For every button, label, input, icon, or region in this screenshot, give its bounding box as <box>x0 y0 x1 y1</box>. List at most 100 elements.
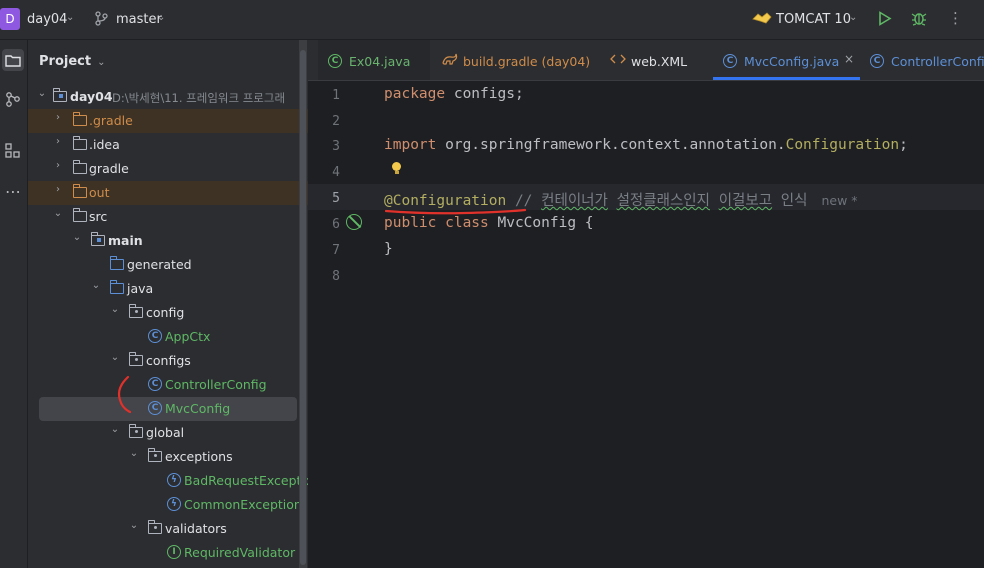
tree-item-label: MvcConfig <box>165 401 231 416</box>
tree-item-idea[interactable]: › .idea <box>28 133 308 157</box>
tab-controllerconfig[interactable]: C ControllerConfig. <box>860 40 984 80</box>
chevron-down-icon: ⌄ <box>97 57 106 68</box>
tree-item-label: ControllerConfig <box>165 377 267 392</box>
project-folder-icon[interactable] <box>2 49 24 71</box>
editor-tab-bar: C Ex04.java build.gradle (day04) web.XML C Mv… <box>308 40 984 81</box>
tab-mvcconfig-java[interactable]: C MvcConfig.java × <box>713 40 860 80</box>
run-config-name[interactable]: TOMCAT 10 <box>776 12 851 27</box>
no-run-gutter-icon[interactable] <box>346 214 362 230</box>
line-number: 3 <box>332 139 340 154</box>
project-panel-header[interactable]: Project ⌄ <box>39 54 105 69</box>
chevron-down-icon[interactable]: ⌄ <box>109 304 121 315</box>
tree-item-day04[interactable]: ⌄ day04 D:\박세현\11. 프레임워크 프로그래 <box>28 85 308 109</box>
more-icon[interactable]: ⋮ <box>948 9 963 27</box>
chevron-right-icon[interactable]: › <box>52 160 64 171</box>
tree-item-label: main <box>108 233 143 248</box>
tab-ex04-java[interactable]: C Ex04.java <box>318 40 430 80</box>
tree-item-src[interactable]: ⌄ src <box>28 205 308 229</box>
code-line-7[interactable]: } <box>384 241 393 257</box>
chevron-down-icon[interactable]: ⌄ <box>90 280 102 291</box>
panel-title: Project <box>39 54 92 69</box>
tree-item-label: RequiredValidator <box>184 545 296 560</box>
lightbulb-icon[interactable] <box>392 162 402 174</box>
exception-class-icon: ϟ <box>166 496 182 512</box>
red-bracket-annotation <box>117 375 132 414</box>
tree-item-config[interactable]: ⌄ config <box>28 301 308 325</box>
tree-item-generated[interactable]: generated <box>28 253 308 277</box>
module-folder-icon <box>52 88 68 104</box>
chevron-down-icon[interactable]: ⌄ <box>849 12 857 23</box>
tree-item-label: .gradle <box>89 113 133 128</box>
tab-web-xml[interactable]: web.XML <box>600 40 712 80</box>
branch-icon[interactable] <box>95 11 108 30</box>
chevron-down-icon[interactable]: ⌄ <box>128 520 140 531</box>
more-icon[interactable]: ⋯ <box>2 180 24 202</box>
tree-item-exceptions[interactable]: ⌄ exceptions <box>28 445 308 469</box>
tree-item-validators[interactable]: ⌄ validators <box>28 517 308 541</box>
tree-item-appctx[interactable]: C AppCtx <box>28 325 308 349</box>
tree-item-controllerconfig[interactable]: C ControllerConfig <box>28 373 308 397</box>
chevron-right-icon[interactable]: › <box>52 184 64 195</box>
project-name[interactable]: day04 <box>27 12 67 27</box>
package-icon <box>128 424 144 440</box>
line-number: 7 <box>332 243 340 258</box>
tree-item-mvcconfig[interactable]: C MvcConfig <box>39 397 297 421</box>
tree-item-out[interactable]: › out <box>28 181 308 205</box>
exception-class-icon: ϟ <box>166 472 182 488</box>
tree-item-label: AppCtx <box>165 329 211 344</box>
structure-icon[interactable] <box>2 140 24 162</box>
tree-item-gradle[interactable]: › .gradle <box>28 109 308 133</box>
chevron-right-icon[interactable]: › <box>52 112 64 123</box>
excluded-folder-icon <box>72 184 88 200</box>
project-tool-window: Project ⌄ ⌄ day04 D:\박세현\11. 프레임워크 프로그래 › .gr… <box>28 40 308 568</box>
class-icon: C <box>147 328 163 344</box>
chevron-down-icon[interactable]: ⌄ <box>109 352 121 363</box>
project-badge[interactable]: D <box>0 8 20 30</box>
line-number: 4 <box>332 165 340 180</box>
chevron-down-icon[interactable]: ⌄ <box>66 12 74 23</box>
package-icon <box>128 304 144 320</box>
close-icon[interactable]: × <box>844 52 854 66</box>
tree-item-label: config <box>146 305 185 320</box>
tree-item-label: configs <box>146 353 191 368</box>
chevron-down-icon[interactable]: ⌄ <box>36 88 48 99</box>
tree-item-commonexception[interactable]: ϟ CommonException <box>28 493 308 517</box>
line-number: 6 <box>332 217 340 232</box>
tree-item-label: gradle <box>89 161 129 176</box>
tree-item-configs[interactable]: ⌄ configs <box>28 349 308 373</box>
class-icon: C <box>870 53 884 68</box>
tree-item-badrequestexception[interactable]: ϟ BadRequestException <box>28 469 308 493</box>
chevron-down-icon[interactable]: ⌄ <box>109 424 121 435</box>
code-line-6[interactable]: public class MvcConfig { <box>384 215 594 231</box>
package-icon <box>128 352 144 368</box>
line-number: 1 <box>332 88 340 103</box>
run-icon[interactable] <box>878 11 892 30</box>
branch-name[interactable]: master <box>116 12 162 27</box>
tree-item-label: java <box>127 281 154 296</box>
code-line-5[interactable]: @Configuration // 컨테이너가 설정클래스인지 이걸보고 인식 n… <box>384 189 858 210</box>
tree-item-java[interactable]: ⌄ java <box>28 277 308 301</box>
class-icon: C <box>328 53 342 68</box>
tab-label: web.XML <box>631 54 688 69</box>
debug-icon[interactable] <box>911 10 927 30</box>
tree-item-label: out <box>89 185 110 200</box>
tree-item-requiredvalidator[interactable]: I RequiredValidator <box>28 541 308 565</box>
tab-build-gradle-day04[interactable]: build.gradle (day04) <box>432 40 590 80</box>
chevron-down-icon[interactable]: ⌄ <box>128 448 140 459</box>
interface-icon: I <box>166 544 182 560</box>
tree-item-gradle[interactable]: › gradle <box>28 157 308 181</box>
chevron-down-icon[interactable]: ⌄ <box>157 12 165 23</box>
code-line-3[interactable]: import org.springframework.context.annot… <box>384 137 908 153</box>
chevron-down-icon[interactable]: ⌄ <box>71 232 83 243</box>
line-number: 8 <box>332 269 340 284</box>
tab-label: MvcConfig.java <box>744 54 840 69</box>
tree-item-global[interactable]: ⌄ global <box>28 421 308 445</box>
tree-item-main[interactable]: ⌄ main <box>28 229 308 253</box>
code-line-1[interactable]: package configs; <box>384 86 524 102</box>
chevron-right-icon[interactable]: › <box>52 136 64 147</box>
chevron-down-icon[interactable]: ⌄ <box>52 208 64 219</box>
excluded-folder-icon <box>72 112 88 128</box>
commit-icon[interactable] <box>2 88 24 110</box>
project-path: D:\박세현\11. 프레임워크 프로그래 <box>112 91 286 105</box>
title-bar: D day04 ⌄ master ⌄ TOMCAT 10 ⌄ ⋮ <box>0 0 984 40</box>
